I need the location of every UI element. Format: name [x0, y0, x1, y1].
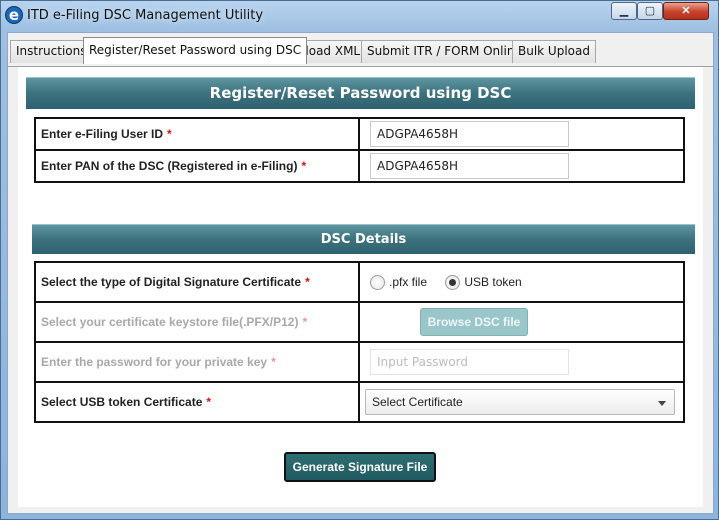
keystore-label-cell: Select your certificate keystore file(.P…: [34, 301, 360, 343]
usb-token-radio[interactable]: [445, 274, 461, 290]
maximize-button[interactable]: ▢: [637, 2, 663, 20]
keystore-value-cell: Browse DSC file: [358, 301, 685, 343]
user-id-row: Enter e-Filing User ID * ADGPA4658H: [34, 117, 685, 151]
tab-submit-itr[interactable]: Submit ITR / FORM Online: [361, 40, 528, 63]
keystore-row: Select your certificate keystore file(.P…: [34, 301, 685, 343]
user-id-label: Enter e-Filing User ID: [41, 127, 164, 141]
dsc-type-label-cell: Select the type of Digital Signature Cer…: [34, 261, 360, 303]
usb-cert-label-cell: Select USB token Certificate *: [34, 381, 360, 423]
password-input[interactable]: Input Password: [370, 349, 569, 375]
tab-bulk-upload[interactable]: Bulk Upload: [512, 40, 596, 63]
credentials-table: Enter e-Filing User ID * ADGPA4658H Enter…: [34, 117, 685, 183]
pfx-radio[interactable]: [370, 274, 385, 290]
tab-instructions[interactable]: Instructions: [10, 40, 93, 63]
usb-certificate-select-value: Select Certificate: [372, 395, 463, 409]
browse-dsc-file-button[interactable]: Browse DSC file: [420, 308, 528, 336]
section-header-register: Register/Reset Password using DSC: [26, 77, 695, 109]
section-header-dsc-details: DSC Details: [32, 224, 695, 254]
window-title: ITD e-Filing DSC Management Utility: [27, 8, 264, 23]
app-window: e ITD e-Filing DSC Management Utility ▁ …: [0, 0, 719, 520]
dsc-type-label: Select the type of Digital Signature Cer…: [41, 275, 302, 289]
usb-cert-label: Select USB token Certificate: [41, 395, 203, 409]
dsc-type-row: Select the type of Digital Signature Cer…: [34, 261, 685, 303]
required-marker: *: [301, 159, 307, 173]
user-id-input[interactable]: ADGPA4658H: [370, 121, 569, 147]
app-logo-icon: e: [5, 6, 23, 24]
minimize-button[interactable]: ▁: [611, 2, 637, 20]
dsc-type-value-cell: .pfx file USB token: [358, 261, 685, 303]
password-label-cell: Enter the password for your private key *: [34, 341, 360, 383]
required-marker: *: [271, 355, 276, 369]
required-marker: *: [206, 395, 212, 409]
pan-label-cell: Enter PAN of the DSC (Registered in e-Fi…: [34, 149, 360, 183]
pan-input[interactable]: ADGPA4658H: [370, 153, 569, 179]
password-row: Enter the password for your private key *…: [34, 341, 685, 383]
usb-certificate-select[interactable]: Select Certificate: [365, 389, 675, 415]
dsc-details-table: Select the type of Digital Signature Cer…: [34, 261, 685, 423]
client-area: Instructions Register/Reset Password usi…: [7, 32, 714, 514]
password-value-cell: Input Password: [358, 341, 685, 383]
title-bar[interactable]: e ITD e-Filing DSC Management Utility ▁ …: [1, 1, 718, 31]
register-panel: Register/Reset Password using DSC Enter …: [18, 67, 703, 507]
user-id-label-cell: Enter e-Filing User ID *: [34, 117, 360, 151]
tab-bar: Instructions Register/Reset Password usi…: [8, 37, 713, 67]
pfx-radio-label: .pfx file: [389, 275, 428, 290]
tab-register-reset-password[interactable]: Register/Reset Password using DSC: [83, 37, 308, 64]
close-button[interactable]: ✕: [663, 2, 709, 20]
chevron-down-icon: [658, 401, 666, 406]
password-label: Enter the password for your private key: [41, 355, 268, 369]
pan-label: Enter PAN of the DSC (Registered in e-Fi…: [41, 159, 298, 173]
keystore-label: Select your certificate keystore file(.P…: [41, 315, 299, 329]
usb-cert-value-cell: Select Certificate: [358, 381, 685, 423]
required-marker: *: [302, 315, 308, 329]
pan-row: Enter PAN of the DSC (Registered in e-Fi…: [34, 149, 685, 183]
required-marker: *: [167, 127, 172, 141]
user-id-value-cell: ADGPA4658H: [358, 117, 685, 151]
pan-value-cell: ADGPA4658H: [358, 149, 685, 183]
required-marker: *: [305, 275, 310, 289]
usb-token-radio-label: USB token: [464, 275, 522, 290]
usb-cert-row: Select USB token Certificate * Select Cer…: [34, 381, 685, 423]
generate-signature-file-button[interactable]: Generate Signature File: [284, 452, 436, 482]
